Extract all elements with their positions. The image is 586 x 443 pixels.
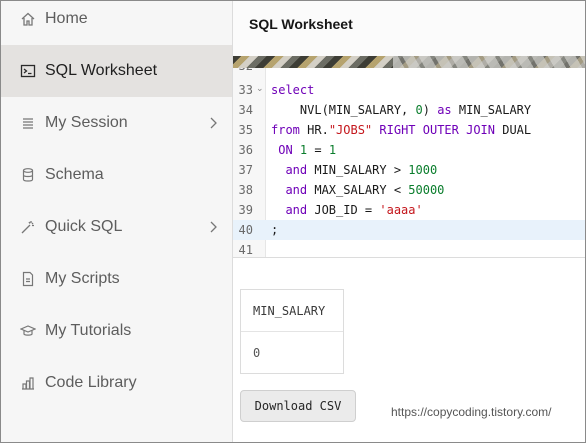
sidebar: Home SQL Worksheet My Session Schema Qui… — [1, 1, 233, 442]
decorative-banner — [233, 56, 585, 68]
code-line[interactable]: 39 and JOB_ID = 'aaaa' — [233, 200, 585, 220]
chevron-right-icon — [206, 116, 220, 130]
result-cell: 0 — [253, 346, 261, 360]
database-icon — [19, 166, 37, 184]
chevron-right-icon — [206, 220, 220, 234]
code-line-current[interactable]: 40 ; — [233, 220, 585, 240]
line-number: 34 — [238, 103, 253, 117]
page-title: SQL Worksheet — [249, 16, 353, 32]
line-number: 32 — [233, 68, 253, 76]
sidebar-item-schema[interactable]: Schema — [1, 149, 232, 201]
sidebar-item-label: SQL Worksheet — [45, 62, 158, 79]
line-number: 40 — [238, 223, 253, 237]
sidebar-item-quick-sql[interactable]: Quick SQL — [1, 201, 232, 253]
home-icon — [19, 10, 37, 28]
line-number: 37 — [238, 163, 253, 177]
sidebar-item-my-scripts[interactable]: My Scripts — [1, 253, 232, 305]
fold-toggle-icon[interactable]: ⌄ — [256, 83, 264, 94]
code-text: ON 1 = 1 — [271, 143, 337, 157]
code-text: select — [271, 83, 315, 97]
result-column-header[interactable]: MIN_SALARY — [241, 290, 343, 332]
code-line[interactable]: 41 — [233, 240, 585, 257]
code-text: and MAX_SALARY < 50000 — [271, 183, 445, 197]
sidebar-item-label: My Session — [45, 114, 128, 131]
sidebar-item-my-session[interactable]: My Session — [1, 97, 232, 149]
main-panel: SQL Worksheet 32 33 ⌄ select 34 NVL(MIN_… — [233, 1, 585, 442]
code-line[interactable]: 35 from HR."JOBS" RIGHT OUTER JOIN DUAL — [233, 120, 585, 140]
list-icon — [19, 114, 37, 132]
code-line[interactable]: 37 and MIN_SALARY > 1000 — [233, 160, 585, 180]
sidebar-item-sql-worksheet[interactable]: SQL Worksheet — [1, 45, 232, 97]
sidebar-item-label: Quick SQL — [45, 218, 123, 235]
result-table: MIN_SALARY 0 — [240, 289, 344, 374]
code-line[interactable]: 34 NVL(MIN_SALARY, 0) as MIN_SALARY — [233, 100, 585, 120]
code-line[interactable]: 33 ⌄ select — [233, 80, 585, 100]
code-text: ; — [271, 223, 279, 237]
code-line[interactable]: 32 — [233, 68, 585, 76]
code-line[interactable]: 38 and MAX_SALARY < 50000 — [233, 180, 585, 200]
line-number: 39 — [238, 203, 253, 217]
line-number: 33 — [238, 83, 253, 97]
sidebar-item-label: Code Library — [45, 374, 137, 391]
library-icon — [19, 374, 37, 392]
line-number: 36 — [238, 143, 253, 157]
terminal-icon — [19, 62, 37, 80]
line-number: 41 — [238, 243, 253, 257]
sidebar-item-label: Home — [45, 10, 88, 27]
code-text: from HR."JOBS" RIGHT OUTER JOIN DUAL — [271, 123, 532, 137]
watermark-url: https://copycoding.tistory.com/ — [391, 405, 552, 419]
sidebar-item-label: My Tutorials — [45, 322, 132, 339]
code-text: and JOB_ID = 'aaaa' — [271, 203, 423, 217]
download-csv-button[interactable]: Download CSV — [240, 390, 356, 422]
sidebar-item-label: Schema — [45, 166, 104, 183]
line-number: 35 — [238, 123, 253, 137]
code-text: and MIN_SALARY > 1000 — [271, 163, 438, 177]
code-line[interactable]: 36 ON 1 = 1 — [233, 140, 585, 160]
graduation-cap-icon — [19, 322, 37, 340]
title-bar: SQL Worksheet — [233, 1, 585, 56]
sidebar-item-code-library[interactable]: Code Library — [1, 357, 232, 409]
sql-editor[interactable]: 32 33 ⌄ select 34 NVL(MIN_SALARY, 0) as … — [233, 68, 585, 258]
sidebar-item-home[interactable]: Home — [1, 0, 232, 45]
sidebar-item-label: My Scripts — [45, 270, 120, 287]
line-number: 38 — [238, 183, 253, 197]
document-icon — [19, 270, 37, 288]
code-text: NVL(MIN_SALARY, 0) as MIN_SALARY — [271, 103, 532, 117]
magic-wand-icon — [19, 218, 37, 236]
sidebar-item-my-tutorials[interactable]: My Tutorials — [1, 305, 232, 357]
